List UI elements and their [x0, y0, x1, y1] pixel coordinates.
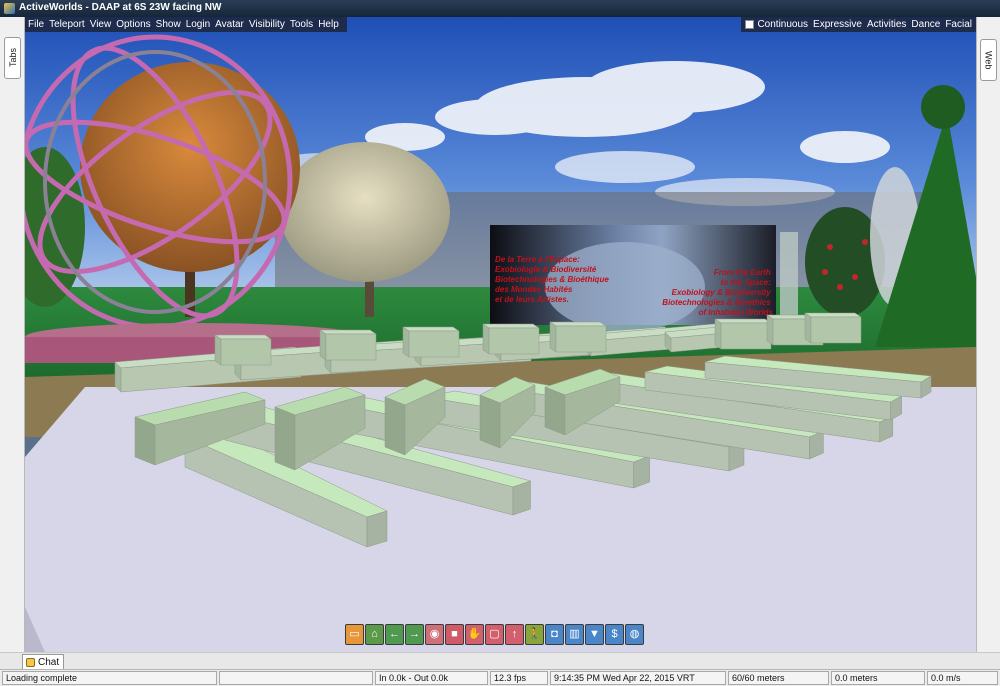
title-bar[interactable]: ActiveWorlds - DAAP at 6S 23W facing NW	[0, 0, 1000, 17]
forward-button[interactable]: →	[405, 624, 424, 645]
status-distance: 0.0 meters	[831, 671, 925, 685]
gesture-icon: ✋	[467, 628, 482, 640]
exhibit-billboard: De la Terre à l'Espace: Exobiologie & Bi…	[490, 225, 776, 332]
autumn-tree	[80, 62, 300, 272]
main-menu-bar: File Teleport View Options Show Login Avatar Vi…	[25, 17, 347, 32]
white-tree	[280, 142, 450, 282]
camera-button[interactable]: ■	[445, 624, 464, 645]
map-button[interactable]: ▥	[565, 624, 584, 645]
billboard-right-line: Biotechnologies & Bioethics	[662, 298, 771, 307]
status-clock: 9:14:35 PM Wed Apr 22, 2015 VRT	[550, 671, 726, 685]
camera-icon: ■	[451, 628, 458, 640]
menu-view[interactable]: View	[90, 19, 112, 30]
left-tab-strip: Tabs	[0, 17, 25, 652]
chat-tab-label: Chat	[38, 656, 60, 668]
3d-viewport[interactable]: De la Terre à l'Espace: Exobiologie & Bi…	[25, 17, 976, 652]
billboard-left-line: Biotechnologies & Bioéthique	[495, 275, 609, 284]
web-toggle[interactable]: Web	[980, 39, 997, 81]
menu-file[interactable]: File	[28, 19, 44, 30]
billboard-left-line: Exobiologie & Biodiversité	[495, 265, 597, 274]
gesture-checkbox[interactable]	[745, 20, 755, 29]
back-button[interactable]: ←	[385, 624, 404, 645]
billboard-left-line: et de leurs Artistes.	[495, 295, 569, 304]
back-icon: ←	[389, 628, 400, 640]
status-traffic: In 0.0k - Out 0.0k	[375, 671, 488, 685]
billboard-right-line: of Inhabited Worlds	[698, 308, 773, 317]
home-icon: ⌂	[371, 628, 378, 640]
money-icon: $	[611, 628, 618, 640]
world-scene: De la Terre à l'Espace: Exobiologie & Bi…	[25, 17, 976, 652]
globe-button[interactable]: ◍	[625, 624, 644, 645]
chat-icon	[26, 657, 35, 667]
shirt-button[interactable]: ▼	[585, 624, 604, 645]
status-visibility: 60/60 meters	[728, 671, 829, 685]
gesture-dance[interactable]: Dance	[911, 19, 940, 30]
status-empty	[219, 671, 373, 685]
menu-help[interactable]: Help	[318, 19, 339, 30]
menu-show[interactable]: Show	[156, 19, 181, 30]
menu-avatar[interactable]: Avatar	[215, 19, 244, 30]
status-bar: Loading complete In 0.0k - Out 0.0k 12.3…	[0, 669, 1000, 686]
gesture-bar: Continuous Expressive Activities Dance Facia…	[741, 17, 976, 32]
billboard-right-line: to the Space:	[721, 278, 772, 287]
billboard-left-line: De la Terre à l'Espace:	[495, 255, 580, 264]
window-title: ActiveWorlds - DAAP at 6S 23W facing NW	[19, 2, 222, 13]
eye-icon: ◉	[429, 628, 440, 640]
billboard-left-line: des Mondes Habités	[495, 285, 573, 294]
menu-tools[interactable]: Tools	[290, 19, 313, 30]
tabs-toggle[interactable]: Tabs	[4, 37, 21, 79]
billboard-right-line: Exobiology & Biodiversity	[672, 288, 772, 297]
right-tab-strip: Web	[976, 17, 1000, 652]
shirt-icon: ▼	[589, 628, 600, 640]
snapshot-icon: ◘	[551, 628, 558, 640]
menu-login[interactable]: Login	[186, 19, 210, 30]
menu-visibility[interactable]: Visibility	[249, 19, 285, 30]
status-fps: 12.3 fps	[490, 671, 548, 685]
up-button[interactable]: ↑	[505, 624, 524, 645]
up-icon: ↑	[511, 628, 518, 640]
walk-button[interactable]: 🚶	[525, 624, 544, 645]
home-button[interactable]: ⌂	[365, 624, 384, 645]
chat-tab-row: Chat	[0, 652, 1000, 669]
snapshot-button[interactable]: ◘	[545, 624, 564, 645]
forward-icon: →	[409, 628, 420, 640]
status-message: Loading complete	[2, 671, 217, 685]
folder-button[interactable]: ▭	[345, 624, 364, 645]
main-toolbar: ▭ ⌂ ← → ◉ ■ ✋ ▢ ↑ 🚶 ◘ ▥ ▼ $ ◍	[345, 624, 644, 646]
chat-tab[interactable]: Chat	[22, 654, 65, 669]
web-toggle-label: Web	[983, 50, 994, 70]
walk-icon: 🚶	[527, 628, 542, 640]
map-icon: ▥	[569, 628, 580, 640]
billboard-right-line: From the Earth	[714, 268, 771, 277]
app-icon	[4, 3, 15, 14]
tabs-toggle-label: Tabs	[7, 48, 18, 68]
menu-teleport[interactable]: Teleport	[49, 19, 85, 30]
globe-icon: ◍	[629, 628, 640, 640]
topiary-ball	[921, 85, 965, 129]
application-window: ActiveWorlds - DAAP at 6S 23W facing NW …	[0, 0, 1000, 686]
eye-button[interactable]: ◉	[425, 624, 444, 645]
gesture-expressive[interactable]: Expressive	[813, 19, 862, 30]
folder-icon: ▭	[349, 628, 360, 640]
gesture-continuous[interactable]: Continuous	[757, 19, 808, 30]
chat-bubble-icon: ▢	[489, 628, 500, 640]
status-speed: 0.0 m/s	[927, 671, 998, 685]
money-button[interactable]: $	[605, 624, 624, 645]
gesture-button[interactable]: ✋	[465, 624, 484, 645]
gesture-activities[interactable]: Activities	[867, 19, 906, 30]
chat-bubble-button[interactable]: ▢	[485, 624, 504, 645]
menu-options[interactable]: Options	[116, 19, 150, 30]
gesture-facial[interactable]: Facial	[945, 19, 972, 30]
